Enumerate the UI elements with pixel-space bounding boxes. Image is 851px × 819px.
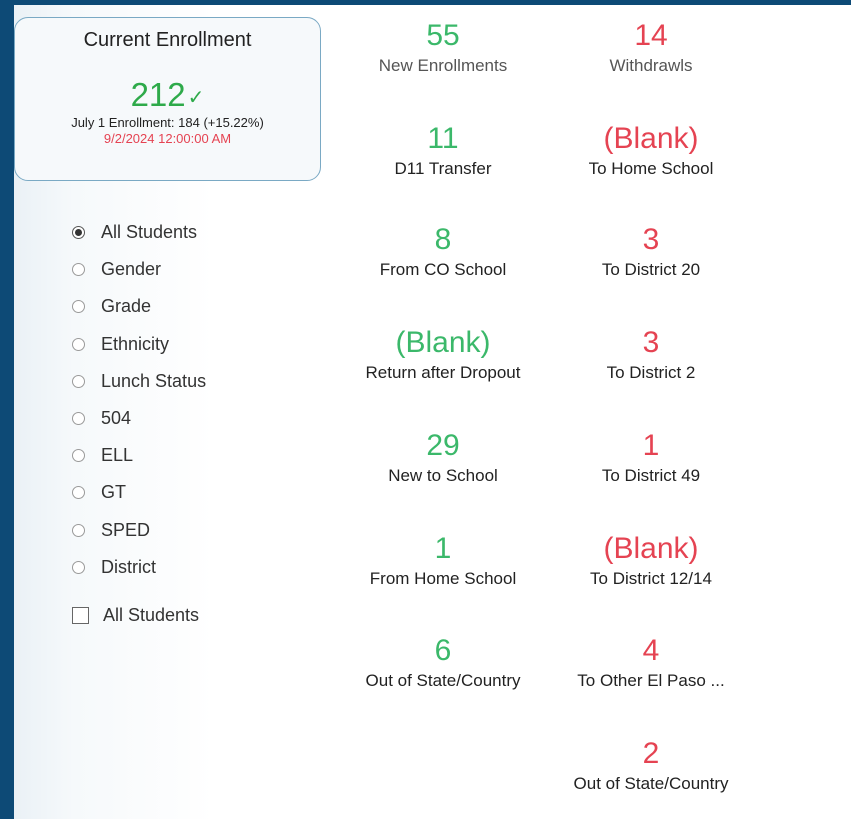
stat-value: 6 bbox=[434, 634, 452, 667]
report-canvas: Current Enrollment 212 ✓ July 1 Enrollmen… bbox=[14, 5, 851, 819]
radio-icon[interactable] bbox=[72, 560, 85, 574]
stat-to-district-20: 3 To District 20 bbox=[548, 223, 754, 281]
current-enrollment-total: 212 ✓ bbox=[15, 78, 320, 111]
checkbox-icon[interactable] bbox=[72, 607, 89, 624]
radio-gt[interactable]: GT bbox=[72, 474, 206, 511]
stat-value: (Blank) bbox=[603, 122, 699, 155]
stat-label: From Home School bbox=[369, 569, 517, 588]
stat-label: To District 49 bbox=[601, 466, 701, 485]
stat-label: Out of State/Country bbox=[365, 671, 521, 690]
radio-sped[interactable]: SPED bbox=[72, 512, 206, 549]
stat-label: Withdrawls bbox=[609, 56, 693, 75]
radio-label: 504 bbox=[101, 408, 132, 429]
check-icon: ✓ bbox=[187, 87, 205, 109]
window-frame: Current Enrollment 212 ✓ July 1 Enrollmen… bbox=[0, 0, 851, 819]
stat-label: From CO School bbox=[379, 260, 507, 279]
stat-value: 4 bbox=[642, 634, 660, 667]
current-enrollment-card: Current Enrollment 212 ✓ July 1 Enrollmen… bbox=[14, 17, 321, 181]
radio-icon[interactable] bbox=[72, 412, 85, 426]
radio-icon[interactable] bbox=[72, 374, 85, 388]
radio-ethnicity[interactable]: Ethnicity bbox=[72, 326, 206, 363]
stat-label: New to School bbox=[388, 466, 498, 485]
stat-to-district-49: 1 To District 49 bbox=[548, 429, 754, 487]
stat-d11-transfer: 11 D11 Transfer bbox=[338, 122, 548, 180]
radio-icon[interactable] bbox=[72, 300, 85, 314]
as-of-date: 9/2/2024 12:00:00 AM bbox=[103, 131, 232, 146]
stat-withdrawals: 14 Withdrawls bbox=[548, 19, 754, 77]
stat-from-home-school: 1 From Home School bbox=[338, 532, 548, 590]
stat-to-other-el-paso: 4 To Other El Paso ... bbox=[548, 634, 754, 692]
stat-label: To District 12/14 bbox=[590, 569, 712, 588]
radio-label: Ethnicity bbox=[101, 333, 170, 354]
radio-label: GT bbox=[101, 482, 126, 503]
stat-value: 14 bbox=[634, 19, 668, 52]
stat-value: 1 bbox=[434, 532, 452, 565]
stat-to-home-school: (Blank) To Home School bbox=[548, 122, 754, 180]
radio-label: Gender bbox=[101, 259, 162, 280]
stat-label: To District 2 bbox=[606, 363, 696, 382]
stat-value: 11 bbox=[427, 122, 459, 155]
stat-value: 55 bbox=[426, 19, 460, 52]
stat-new-to-school: 29 New to School bbox=[338, 429, 548, 487]
radio-all-students[interactable]: All Students bbox=[72, 214, 206, 251]
stat-to-district-12-14: (Blank) To District 12/14 bbox=[548, 532, 754, 590]
stat-label: To Home School bbox=[588, 159, 714, 178]
radio-label: SPED bbox=[101, 519, 151, 540]
radio-gender[interactable]: Gender bbox=[72, 251, 206, 288]
all-students-checkbox[interactable]: All Students bbox=[72, 605, 199, 626]
radio-grade[interactable]: Grade bbox=[72, 288, 206, 325]
stat-value: 3 bbox=[642, 223, 660, 256]
stat-value: (Blank) bbox=[395, 326, 491, 359]
stat-return-after-dropout: (Blank) Return after Dropout bbox=[338, 326, 548, 384]
stat-label: Return after Dropout bbox=[365, 363, 521, 382]
checkbox-label: All Students bbox=[103, 605, 200, 625]
radio-selected-icon[interactable] bbox=[72, 226, 85, 240]
stat-value: 2 bbox=[642, 737, 660, 770]
stat-out-of-state-enroll: 6 Out of State/Country bbox=[338, 634, 548, 692]
stat-value: 3 bbox=[642, 326, 660, 359]
stat-label: To Other El Paso ... bbox=[577, 671, 725, 690]
stat-label: To District 20 bbox=[601, 260, 701, 279]
stat-out-of-state-withdraw: 2 Out of State/Country bbox=[548, 737, 754, 795]
stat-value: (Blank) bbox=[603, 532, 699, 565]
radio-label: Grade bbox=[101, 296, 152, 317]
radio-label: Lunch Status bbox=[101, 370, 207, 391]
radio-504[interactable]: 504 bbox=[72, 400, 206, 437]
radio-icon[interactable] bbox=[72, 523, 85, 537]
enrollment-card-title: Current Enrollment bbox=[83, 29, 252, 51]
radio-label: ELL bbox=[101, 445, 134, 466]
stat-value: 8 bbox=[434, 223, 452, 256]
radio-icon[interactable] bbox=[72, 337, 85, 351]
enrollment-total-value: 212 bbox=[130, 76, 186, 113]
student-filter-radio-group: All Students Gender Grade Ethnicity Lunc… bbox=[72, 214, 206, 586]
radio-district[interactable]: District bbox=[72, 549, 206, 586]
stat-from-co-school: 8 From CO School bbox=[338, 223, 548, 281]
radio-icon[interactable] bbox=[72, 263, 85, 277]
radio-lunch-status[interactable]: Lunch Status bbox=[72, 363, 206, 400]
stat-value: 1 bbox=[642, 429, 660, 462]
stat-label: Out of State/Country bbox=[573, 774, 729, 793]
stat-label: New Enrollments bbox=[378, 56, 508, 75]
stat-value: 29 bbox=[426, 429, 460, 462]
radio-ell[interactable]: ELL bbox=[72, 437, 206, 474]
radio-label: All Students bbox=[101, 222, 198, 243]
radio-label: District bbox=[101, 556, 156, 577]
stat-label: D11 Transfer bbox=[394, 159, 492, 178]
radio-icon[interactable] bbox=[72, 449, 85, 463]
july-enrollment-line: July 1 Enrollment: 184 (+15.22%) bbox=[71, 115, 264, 130]
stat-new-enrollments: 55 New Enrollments bbox=[338, 19, 548, 77]
radio-icon[interactable] bbox=[72, 486, 85, 500]
stat-to-district-2: 3 To District 2 bbox=[548, 326, 754, 384]
